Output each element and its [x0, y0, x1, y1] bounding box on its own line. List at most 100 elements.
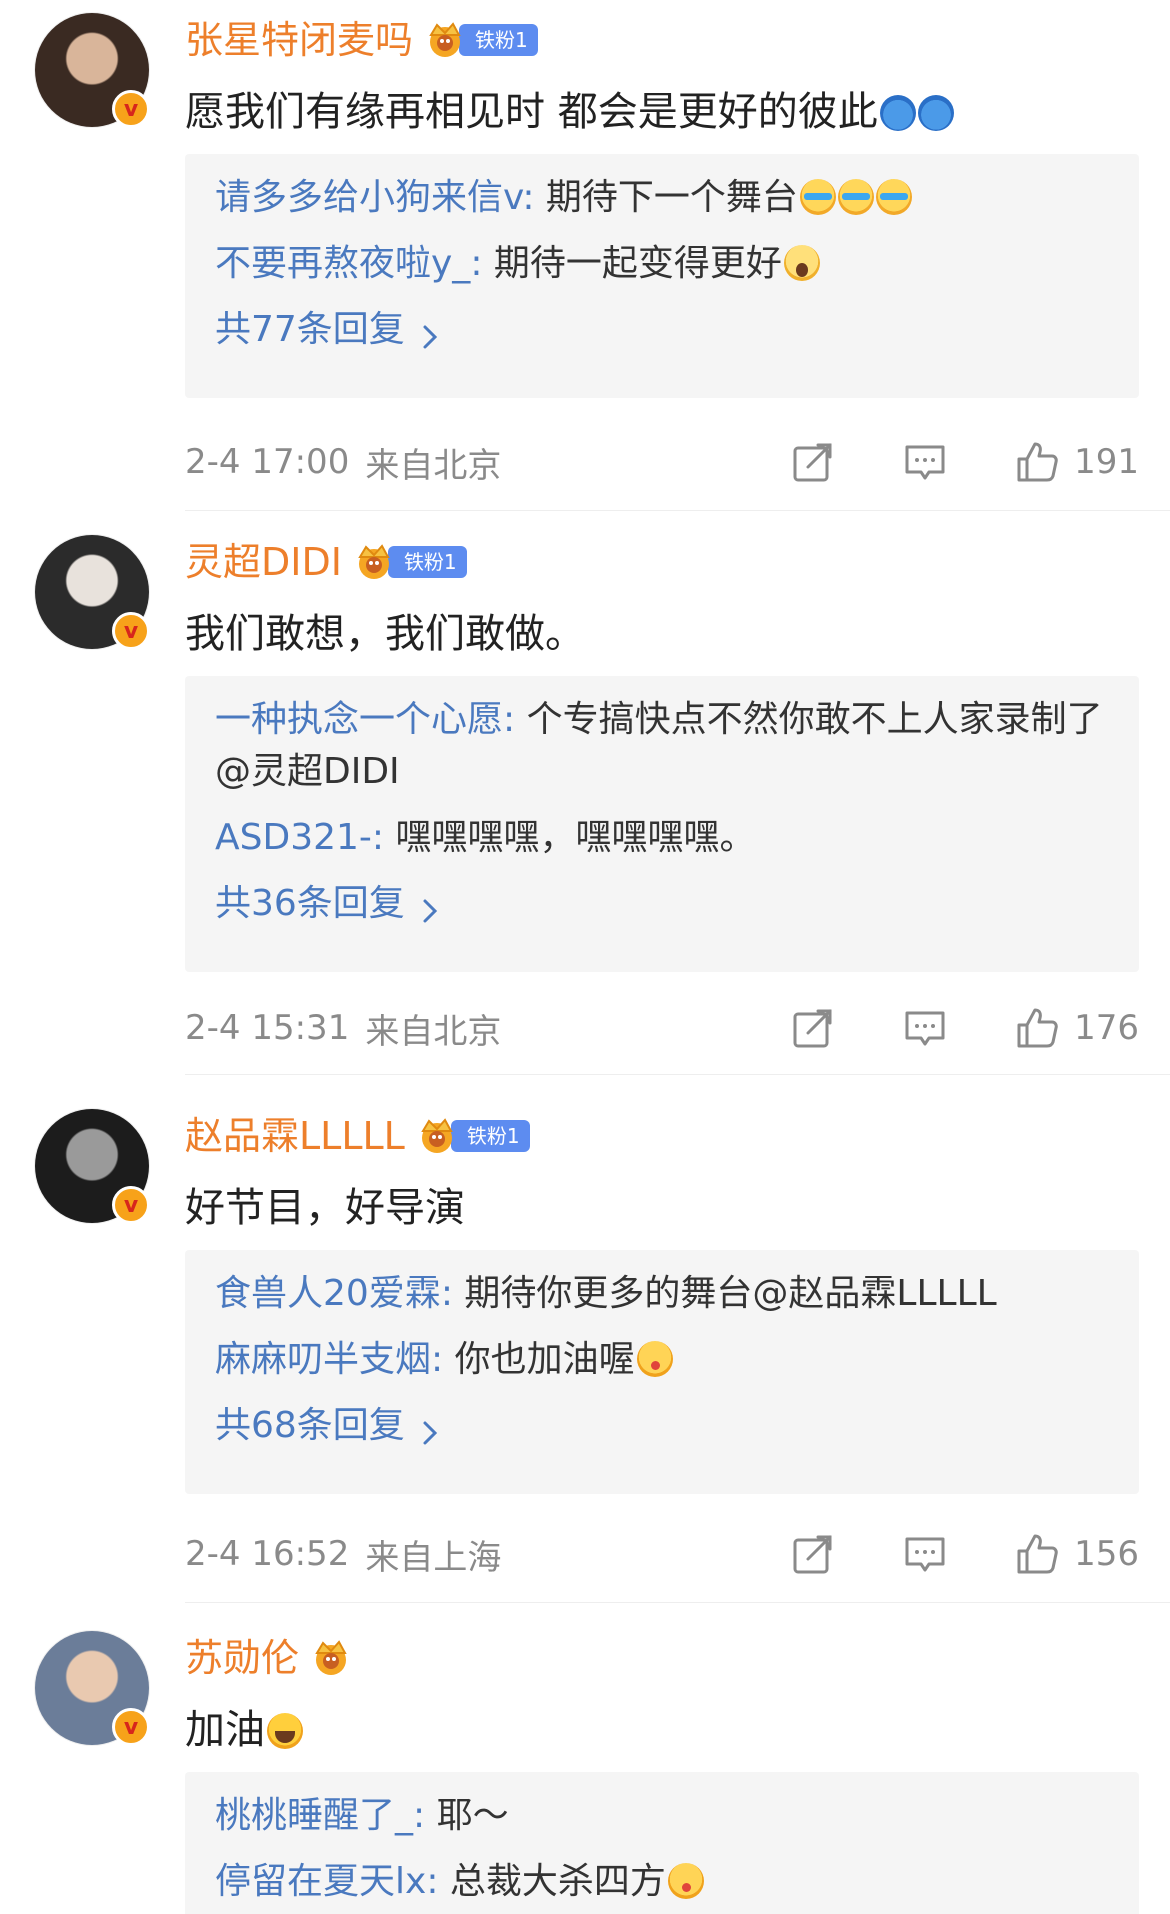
- replies-box[interactable]: 请多多给小狗来信v: 期待下一个舞台 不要再熬夜啦y_: 期待一起变得更好 共77条…: [185, 154, 1139, 398]
- comment-text-body: 加油: [185, 1707, 265, 1753]
- reply-username[interactable]: 食兽人20爱霖: [215, 1273, 441, 1314]
- reply-item[interactable]: 桃桃睡醒了_: 耶～: [215, 1790, 1109, 1842]
- reply-item[interactable]: 停留在夏天lx: 总裁大杀四方: [215, 1856, 1109, 1908]
- replies-box[interactable]: 桃桃睡醒了_: 耶～ 停留在夏天lx: 总裁大杀四方: [185, 1772, 1139, 1914]
- verified-icon: v: [112, 90, 150, 128]
- timestamp: 2-4 15:31: [185, 1008, 350, 1048]
- comment-text-body: 愿我们有缘再相见时 都会是更好的彼此: [185, 89, 878, 135]
- comment-text-body: 好节目，好导演: [185, 1185, 465, 1231]
- comment-feed: v 张星特闭麦吗 铁粉1 愿我们有缘再相见时 都会是更好的彼此 请多多给小狗来信v: 期…: [0, 0, 1170, 1914]
- comment-icon[interactable]: [902, 1005, 948, 1051]
- cry-emoji-icon: [875, 179, 912, 215]
- reply-text: 耶～: [425, 1795, 509, 1836]
- location: 来自上海: [365, 1537, 502, 1578]
- verified-icon: v: [112, 612, 150, 650]
- like-button[interactable]: 176: [1014, 1005, 1139, 1051]
- thumbs-up-icon: [1014, 439, 1060, 485]
- reply-item[interactable]: 麻麻叨半支烟: 你也加油喔: [215, 1334, 1109, 1386]
- reply-item[interactable]: 食兽人20爱霖: 期待你更多的舞台@赵品霖LLLLL: [215, 1268, 1109, 1320]
- reply-username[interactable]: 停留在夏天lx: [215, 1861, 426, 1902]
- reply-username[interactable]: 一种执念一个心愿: [215, 699, 503, 740]
- comment-icon[interactable]: [902, 439, 948, 485]
- reply-colon: :: [413, 1795, 426, 1836]
- divider: [185, 1074, 1170, 1075]
- fan-badge[interactable]: 铁粉1: [417, 1118, 530, 1154]
- username[interactable]: 灵超DIDI: [185, 538, 342, 586]
- reply-text: 期待下一个舞台: [534, 177, 798, 218]
- timestamp: 2-4 17:00: [185, 442, 350, 482]
- reply-username[interactable]: 桃桃睡醒了_: [215, 1795, 413, 1836]
- comment-item: v 张星特闭麦吗 铁粉1 愿我们有缘再相见时 都会是更好的彼此请多多给小狗来信v: 期…: [0, 12, 1170, 512]
- more-replies-link[interactable]: 共68条回复: [215, 1400, 1109, 1452]
- comment-meta: 2-4 15:31 来自北京 176: [185, 998, 1139, 1058]
- name-row: 灵超DIDI 铁粉1: [185, 538, 467, 586]
- username[interactable]: 苏勋伦: [185, 1634, 299, 1682]
- replies-box[interactable]: 一种执念一个心愿: 个专搞快点不然你敢不上人家录制了@灵超DIDI ASD321-…: [185, 676, 1139, 972]
- reply-item[interactable]: 请多多给小狗来信v: 期待下一个舞台: [215, 172, 1109, 224]
- actions: 156: [790, 1531, 1139, 1577]
- reply-colon: :: [522, 177, 535, 218]
- comment-text: 好节目，好导演: [185, 1180, 465, 1236]
- verified-icon: v: [112, 1186, 150, 1224]
- kiss-emoji-icon: [667, 1863, 704, 1899]
- fan-badge[interactable]: 铁粉1: [354, 544, 467, 580]
- reply-colon: :: [470, 243, 483, 284]
- like-count: 156: [1074, 1534, 1139, 1574]
- reply-colon: :: [503, 699, 516, 740]
- reply-text: 总裁大杀四方: [438, 1861, 666, 1902]
- reply-colon: :: [440, 1273, 453, 1314]
- username[interactable]: 赵品霖LLLLL: [185, 1112, 405, 1160]
- comment-text: 愿我们有缘再相见时 都会是更好的彼此: [185, 84, 954, 140]
- reply-username[interactable]: 请多多给小狗来信v: [215, 177, 522, 218]
- reply-text: 你也加油喔: [443, 1339, 635, 1380]
- wave-emoji-icon: [879, 95, 916, 131]
- reply-item[interactable]: ASD321-: 嘿嘿嘿嘿，嘿嘿嘿嘿。: [215, 812, 1109, 864]
- more-replies-link[interactable]: 共77条回复: [215, 304, 1109, 356]
- more-replies-link[interactable]: 共36条回复: [215, 878, 1109, 930]
- comment-item: v 灵超DIDI 铁粉1 我们敢想，我们敢做。一种执念一个心愿: 个专搞快点不然你敢不…: [0, 534, 1170, 1076]
- comment-icon[interactable]: [902, 1531, 948, 1577]
- comment-text: 加油: [185, 1702, 303, 1758]
- share-icon[interactable]: [790, 439, 836, 485]
- divider: [185, 510, 1170, 511]
- reply-text: 期待你更多的舞台@赵品霖LLLLL: [452, 1273, 997, 1314]
- comment-meta: 2-4 17:00 来自北京 191: [185, 432, 1139, 492]
- thumbs-up-icon: [1014, 1005, 1060, 1051]
- replies-box[interactable]: 食兽人20爱霖: 期待你更多的舞台@赵品霖LLLLL 麻麻叨半支烟: 你也加油喔共…: [185, 1250, 1139, 1494]
- cry-emoji-icon: [837, 179, 874, 215]
- like-button[interactable]: 156: [1014, 1531, 1139, 1577]
- reply-item[interactable]: 不要再熬夜啦y_: 期待一起变得更好: [215, 238, 1109, 290]
- comment-item: v 苏勋伦 加油 桃桃睡醒了_: 耶～ 停留在夏天lx: 总裁大杀四方: [0, 1630, 1170, 1914]
- kiss-emoji-icon: [636, 1341, 673, 1377]
- chevron-right-icon: [419, 1411, 441, 1445]
- comment-text: 我们敢想，我们敢做。: [185, 606, 585, 662]
- chevron-right-icon: [419, 315, 441, 349]
- actions: 176: [790, 1005, 1139, 1051]
- like-count: 191: [1074, 442, 1139, 482]
- timestamp: 2-4 16:52: [185, 1534, 350, 1574]
- reply-username[interactable]: 不要再熬夜啦y_: [215, 243, 470, 284]
- reply-colon: :: [431, 1339, 444, 1380]
- reply-colon: :: [426, 1861, 439, 1902]
- reply-username[interactable]: 麻麻叨半支烟: [215, 1339, 431, 1380]
- comment-meta: 2-4 16:52 来自上海 156: [185, 1524, 1139, 1584]
- scream-emoji-icon: [783, 245, 820, 281]
- actions: 191: [790, 439, 1139, 485]
- reply-item[interactable]: 一种执念一个心愿: 个专搞快点不然你敢不上人家录制了@灵超DIDI: [215, 694, 1109, 798]
- comment-item: v 赵品霖LLLLL 铁粉1 好节目，好导演食兽人20爱霖: 期待你更多的舞台@赵品霖…: [0, 1108, 1170, 1604]
- share-icon[interactable]: [790, 1531, 836, 1577]
- share-icon[interactable]: [790, 1005, 836, 1051]
- laugh-emoji-icon: [267, 1713, 303, 1749]
- fan-badge[interactable]: [311, 1640, 357, 1676]
- like-count: 176: [1074, 1008, 1139, 1048]
- divider: [185, 1602, 1170, 1603]
- username[interactable]: 张星特闭麦吗: [185, 16, 413, 64]
- like-button[interactable]: 191: [1014, 439, 1139, 485]
- fan-badge[interactable]: 铁粉1: [425, 22, 538, 58]
- crown-icon: [417, 1117, 463, 1155]
- crown-icon: [311, 1639, 357, 1677]
- reply-username[interactable]: ASD321-: [215, 817, 372, 858]
- location: 来自北京: [365, 445, 502, 486]
- more-replies-label: 共77条回复: [215, 309, 405, 350]
- reply-colon: :: [371, 817, 385, 858]
